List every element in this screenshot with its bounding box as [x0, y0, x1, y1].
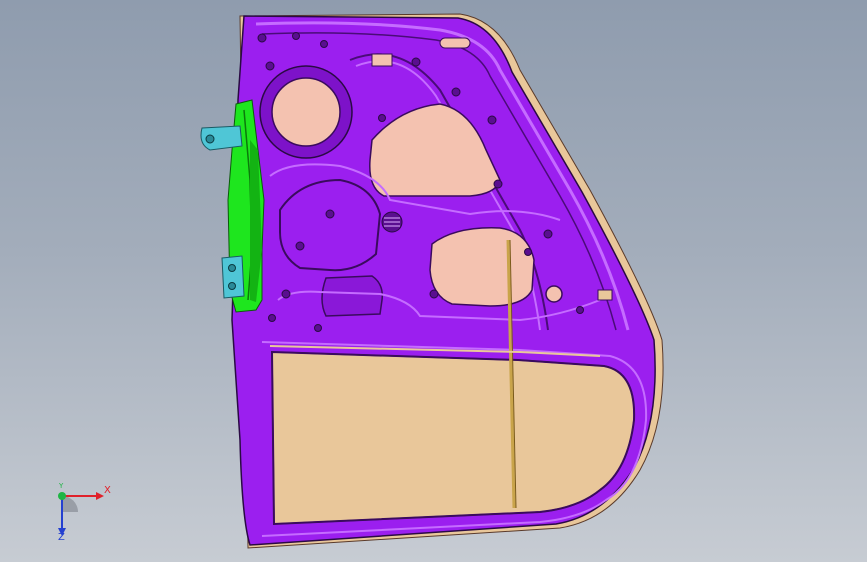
3d-viewport[interactable]: X Y Z — [0, 0, 867, 562]
lower-pocket — [321, 275, 384, 317]
mounting-hole — [265, 61, 275, 71]
top-clip — [371, 53, 393, 67]
latch-tab — [597, 289, 613, 301]
door-inner-panel-model[interactable] — [0, 0, 867, 562]
top-slot — [439, 37, 471, 49]
z-axis-label: Z — [58, 532, 65, 543]
mounting-hole — [524, 248, 532, 256]
mounting-hole — [268, 314, 276, 322]
x-axis-arrowhead — [96, 492, 104, 500]
mounting-hole — [314, 324, 322, 332]
mounting-hole — [281, 289, 291, 299]
x-axis-label: X — [104, 485, 111, 496]
mounting-hole — [411, 57, 421, 67]
mounting-hole — [292, 32, 300, 40]
latch-hole — [545, 285, 563, 303]
upper-hinge-bolt — [205, 134, 215, 144]
mounting-hole — [320, 40, 328, 48]
mounting-hole — [487, 115, 497, 125]
mounting-hole — [576, 306, 584, 314]
lower-hinge-bolt — [228, 264, 236, 272]
lower-hinge-bolt — [228, 282, 236, 290]
speaker-opening — [271, 77, 341, 147]
mounting-hole — [295, 241, 305, 251]
axis-triad[interactable]: X Y Z — [46, 482, 116, 546]
y-axis-label: Y — [59, 482, 64, 490]
mounting-hole — [429, 289, 439, 299]
lower-hinge-plate — [221, 255, 245, 299]
y-axis-dot — [58, 492, 66, 500]
lower-access-opening — [429, 227, 535, 307]
mounting-hole — [257, 33, 267, 43]
mounting-hole — [543, 229, 553, 239]
mounting-hole — [493, 179, 503, 189]
mounting-hole — [325, 209, 335, 219]
mounting-hole — [451, 87, 461, 97]
mounting-hole — [378, 114, 386, 122]
